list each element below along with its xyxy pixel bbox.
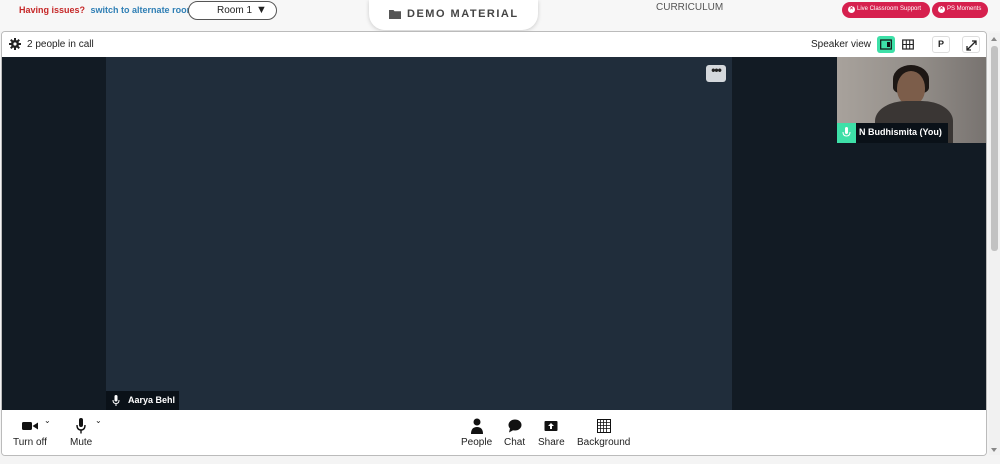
camera-toggle-button[interactable]: Turn off ⌄ <box>13 416 51 448</box>
self-name-tag: N Budhismita (You) <box>837 123 948 143</box>
room-select[interactable]: Room 1 ▼ <box>188 1 277 20</box>
video-stage: ••• Aarya Behl N Budhismita (You) <box>2 57 986 410</box>
top-bar: Having issues? switch to alternate room … <box>0 0 1000 31</box>
scrollbar-thumb[interactable] <box>991 46 998 251</box>
mute-label: Mute <box>70 437 93 448</box>
close-circle-icon: × <box>938 6 945 13</box>
person-icon <box>470 418 483 434</box>
switch-room-link[interactable]: switch to alternate room <box>91 5 195 15</box>
ps-moments-label: PS Moments <box>947 6 982 12</box>
more-options-button[interactable]: ••• <box>706 64 726 82</box>
scroll-down-arrow-icon[interactable] <box>991 448 997 452</box>
fullscreen-button[interactable] <box>962 36 980 53</box>
chevron-down-icon[interactable]: ⌄ <box>95 416 102 425</box>
issues-text: Having issues? <box>19 5 86 15</box>
call-header: 2 people in call Speaker view P <box>2 32 986 57</box>
call-toolbar: Turn off ⌄ Mute ⌄ People Chat Share Back… <box>2 410 986 455</box>
mic-muted-indicator-icon <box>837 123 856 143</box>
chat-label: Chat <box>504 437 526 448</box>
microphone-icon <box>112 395 120 406</box>
main-video-tile[interactable]: ••• Aarya Behl <box>106 57 732 410</box>
share-button[interactable]: Share <box>538 418 565 448</box>
chat-bubble-icon <box>508 419 522 433</box>
video-call-panel: 2 people in call Speaker view P ••• Aary… <box>1 31 987 456</box>
share-label: Share <box>538 437 565 448</box>
dropdown-caret-icon: ▼ <box>256 4 267 16</box>
microphone-icon <box>76 418 86 434</box>
background-button[interactable]: Background <box>577 418 630 448</box>
issues-notice: Having issues? switch to alternate room <box>19 5 195 15</box>
grid-view-icon <box>902 39 914 50</box>
demo-material-tab[interactable]: DEMO MATERIAL <box>369 0 538 30</box>
people-button[interactable]: People <box>461 418 492 448</box>
background-pattern-icon <box>596 419 611 433</box>
close-circle-icon: × <box>848 6 855 13</box>
folder-icon <box>389 10 401 19</box>
gear-icon[interactable] <box>9 38 21 50</box>
speaker-view-button[interactable] <box>877 36 895 53</box>
chat-button[interactable]: Chat <box>504 418 525 448</box>
video-camera-icon <box>21 422 38 430</box>
grid-view-button[interactable] <box>899 36 917 53</box>
people-label: People <box>461 437 493 448</box>
room-select-value: Room 1 <box>217 5 253 16</box>
curriculum-tab[interactable]: CURRICULUM <box>656 2 723 13</box>
ps-moments-button[interactable]: × PS Moments <box>932 2 988 18</box>
share-screen-icon <box>544 421 558 431</box>
self-video-tile[interactable]: N Budhismita (You) <box>837 57 986 143</box>
self-video-face <box>897 71 925 105</box>
camera-toggle-label: Turn off <box>13 437 47 448</box>
background-label: Background <box>577 437 631 448</box>
scroll-up-arrow-icon[interactable] <box>991 37 997 41</box>
people-count: 2 people in call <box>27 39 94 50</box>
mute-button[interactable]: Mute ⌄ <box>70 416 102 448</box>
participant-name: Aarya Behl <box>128 395 176 405</box>
speaker-view-icon <box>880 39 892 50</box>
expand-icon <box>966 40 977 51</box>
demo-material-label: DEMO MATERIAL <box>407 8 519 20</box>
view-mode-label: Speaker view <box>811 39 872 50</box>
self-participant-name: N Budhismita (You) <box>859 127 942 137</box>
live-support-button[interactable]: × Live Classroom Support <box>842 2 930 18</box>
p-button[interactable]: P <box>932 36 950 53</box>
chevron-down-icon[interactable]: ⌄ <box>44 416 51 425</box>
participant-name-tag: Aarya Behl <box>106 391 180 410</box>
live-support-label: Live Classroom Support <box>857 6 922 12</box>
